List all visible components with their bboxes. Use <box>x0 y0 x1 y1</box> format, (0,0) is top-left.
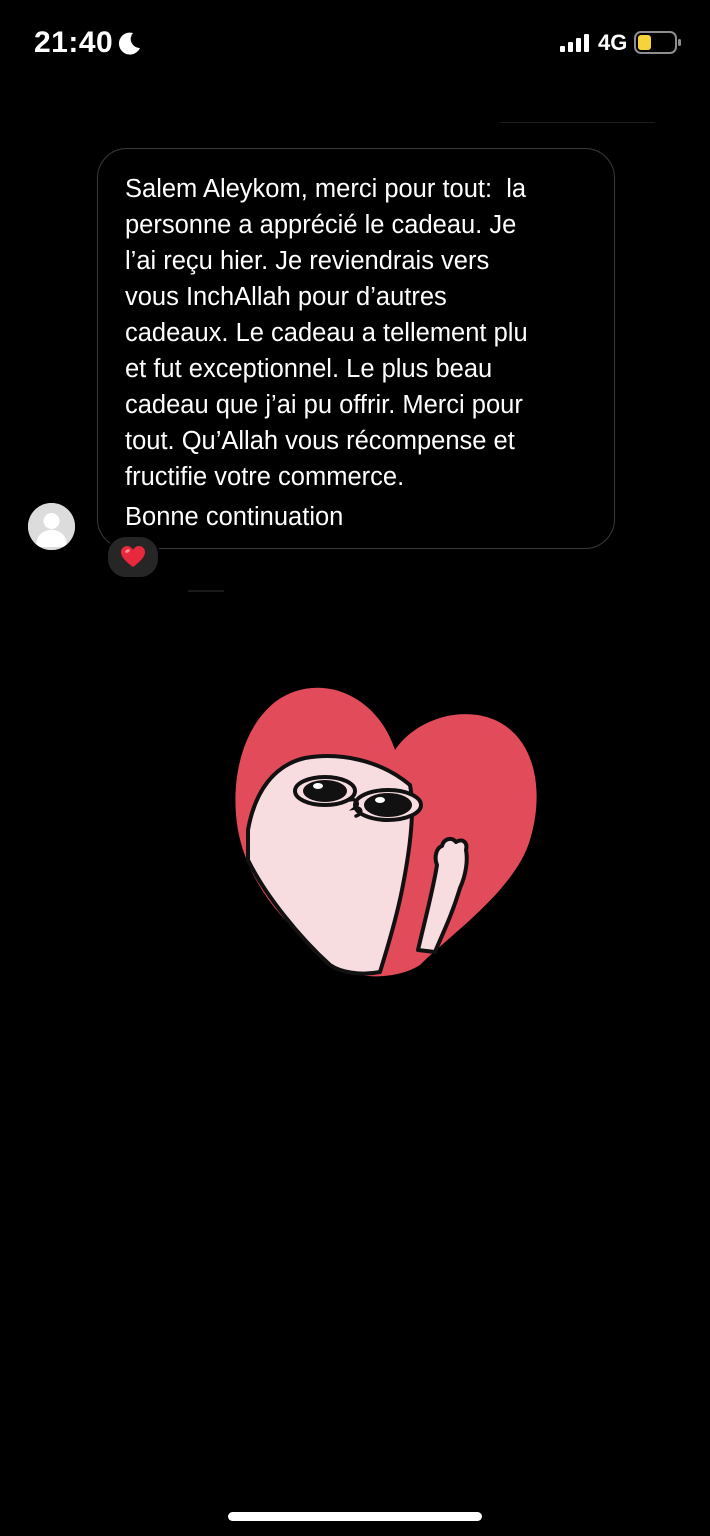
status-time: 21:40 <box>34 26 114 59</box>
status-bar: 21:40 4G <box>0 0 710 86</box>
message-bubble[interactable]: Salem Aleykom, merci pour tout: la perso… <box>97 148 615 549</box>
message-signoff: Bonne continuation <box>125 503 344 531</box>
default-avatar-icon[interactable] <box>28 503 75 550</box>
heart-emoji-icon <box>121 546 145 567</box>
network-label: 4G <box>598 30 628 55</box>
reaction-chip[interactable] <box>106 535 160 579</box>
heart-character-sticker[interactable] <box>230 680 550 980</box>
moon-icon <box>117 30 143 56</box>
divider-mark <box>188 590 224 592</box>
home-indicator[interactable] <box>228 1512 482 1521</box>
battery-icon <box>634 31 682 54</box>
divider <box>500 122 655 123</box>
message-text: Salem Aleykom, merci pour tout: la perso… <box>125 175 528 491</box>
signal-icon <box>560 34 591 52</box>
